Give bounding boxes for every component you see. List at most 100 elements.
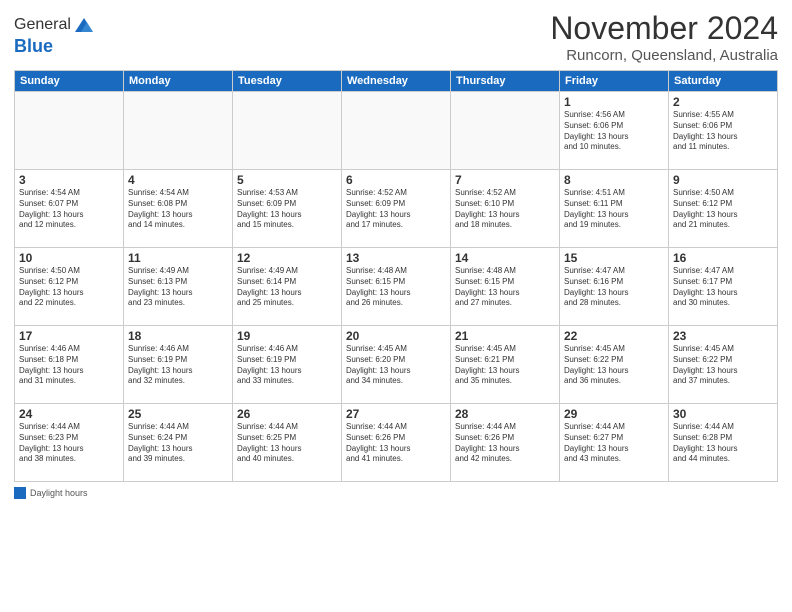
calendar-day: 21Sunrise: 4:45 AM Sunset: 6:21 PM Dayli… (451, 326, 560, 404)
day-number: 29 (564, 407, 664, 421)
calendar-day: 18Sunrise: 4:46 AM Sunset: 6:19 PM Dayli… (124, 326, 233, 404)
day-number: 3 (19, 173, 119, 187)
calendar-header-saturday: Saturday (669, 71, 778, 92)
day-info: Sunrise: 4:55 AM Sunset: 6:06 PM Dayligh… (673, 110, 773, 153)
legend-box (14, 487, 26, 499)
day-info: Sunrise: 4:50 AM Sunset: 6:12 PM Dayligh… (673, 188, 773, 231)
day-number: 19 (237, 329, 337, 343)
calendar-day: 11Sunrise: 4:49 AM Sunset: 6:13 PM Dayli… (124, 248, 233, 326)
day-number: 18 (128, 329, 228, 343)
day-number: 26 (237, 407, 337, 421)
day-number: 27 (346, 407, 446, 421)
calendar-day: 1Sunrise: 4:56 AM Sunset: 6:06 PM Daylig… (560, 92, 669, 170)
day-info: Sunrise: 4:56 AM Sunset: 6:06 PM Dayligh… (564, 110, 664, 153)
calendar-day: 23Sunrise: 4:45 AM Sunset: 6:22 PM Dayli… (669, 326, 778, 404)
calendar-day: 7Sunrise: 4:52 AM Sunset: 6:10 PM Daylig… (451, 170, 560, 248)
calendar-week-row: 17Sunrise: 4:46 AM Sunset: 6:18 PM Dayli… (15, 326, 778, 404)
calendar-day: 2Sunrise: 4:55 AM Sunset: 6:06 PM Daylig… (669, 92, 778, 170)
calendar-day (342, 92, 451, 170)
calendar-day: 29Sunrise: 4:44 AM Sunset: 6:27 PM Dayli… (560, 404, 669, 482)
day-number: 2 (673, 95, 773, 109)
calendar-day: 8Sunrise: 4:51 AM Sunset: 6:11 PM Daylig… (560, 170, 669, 248)
day-number: 10 (19, 251, 119, 265)
day-number: 4 (128, 173, 228, 187)
day-number: 11 (128, 251, 228, 265)
day-number: 6 (346, 173, 446, 187)
calendar-day: 9Sunrise: 4:50 AM Sunset: 6:12 PM Daylig… (669, 170, 778, 248)
day-info: Sunrise: 4:45 AM Sunset: 6:22 PM Dayligh… (564, 344, 664, 387)
day-number: 21 (455, 329, 555, 343)
logo-icon (73, 14, 95, 36)
day-number: 17 (19, 329, 119, 343)
day-info: Sunrise: 4:44 AM Sunset: 6:25 PM Dayligh… (237, 422, 337, 465)
day-info: Sunrise: 4:51 AM Sunset: 6:11 PM Dayligh… (564, 188, 664, 231)
day-info: Sunrise: 4:53 AM Sunset: 6:09 PM Dayligh… (237, 188, 337, 231)
calendar-day (15, 92, 124, 170)
day-number: 5 (237, 173, 337, 187)
day-number: 7 (455, 173, 555, 187)
month-title: November 2024 (550, 10, 778, 47)
day-number: 24 (19, 407, 119, 421)
day-info: Sunrise: 4:50 AM Sunset: 6:12 PM Dayligh… (19, 266, 119, 309)
day-info: Sunrise: 4:44 AM Sunset: 6:26 PM Dayligh… (346, 422, 446, 465)
day-info: Sunrise: 4:44 AM Sunset: 6:23 PM Dayligh… (19, 422, 119, 465)
day-info: Sunrise: 4:47 AM Sunset: 6:16 PM Dayligh… (564, 266, 664, 309)
day-info: Sunrise: 4:45 AM Sunset: 6:22 PM Dayligh… (673, 344, 773, 387)
day-info: Sunrise: 4:48 AM Sunset: 6:15 PM Dayligh… (346, 266, 446, 309)
day-number: 20 (346, 329, 446, 343)
logo-blue-text: Blue (14, 36, 53, 56)
calendar-week-row: 10Sunrise: 4:50 AM Sunset: 6:12 PM Dayli… (15, 248, 778, 326)
calendar-day: 30Sunrise: 4:44 AM Sunset: 6:28 PM Dayli… (669, 404, 778, 482)
calendar-day: 10Sunrise: 4:50 AM Sunset: 6:12 PM Dayli… (15, 248, 124, 326)
logo: General Blue (14, 14, 95, 57)
calendar-day: 6Sunrise: 4:52 AM Sunset: 6:09 PM Daylig… (342, 170, 451, 248)
day-number: 13 (346, 251, 446, 265)
calendar-day: 24Sunrise: 4:44 AM Sunset: 6:23 PM Dayli… (15, 404, 124, 482)
day-info: Sunrise: 4:52 AM Sunset: 6:09 PM Dayligh… (346, 188, 446, 231)
calendar-week-row: 3Sunrise: 4:54 AM Sunset: 6:07 PM Daylig… (15, 170, 778, 248)
calendar-header-thursday: Thursday (451, 71, 560, 92)
calendar-week-row: 24Sunrise: 4:44 AM Sunset: 6:23 PM Dayli… (15, 404, 778, 482)
day-number: 1 (564, 95, 664, 109)
calendar-day: 25Sunrise: 4:44 AM Sunset: 6:24 PM Dayli… (124, 404, 233, 482)
calendar-day: 14Sunrise: 4:48 AM Sunset: 6:15 PM Dayli… (451, 248, 560, 326)
header: General Blue November 2024 Runcorn, Quee… (14, 10, 778, 64)
calendar-week-row: 1Sunrise: 4:56 AM Sunset: 6:06 PM Daylig… (15, 92, 778, 170)
day-number: 22 (564, 329, 664, 343)
calendar-day: 4Sunrise: 4:54 AM Sunset: 6:08 PM Daylig… (124, 170, 233, 248)
day-info: Sunrise: 4:44 AM Sunset: 6:24 PM Dayligh… (128, 422, 228, 465)
calendar-day: 15Sunrise: 4:47 AM Sunset: 6:16 PM Dayli… (560, 248, 669, 326)
location: Runcorn, Queensland, Australia (550, 47, 778, 64)
calendar-day: 27Sunrise: 4:44 AM Sunset: 6:26 PM Dayli… (342, 404, 451, 482)
calendar-day: 16Sunrise: 4:47 AM Sunset: 6:17 PM Dayli… (669, 248, 778, 326)
page: General Blue November 2024 Runcorn, Quee… (0, 0, 792, 612)
calendar-table: SundayMondayTuesdayWednesdayThursdayFrid… (14, 70, 778, 482)
day-info: Sunrise: 4:45 AM Sunset: 6:21 PM Dayligh… (455, 344, 555, 387)
day-info: Sunrise: 4:54 AM Sunset: 6:07 PM Dayligh… (19, 188, 119, 231)
calendar-day: 22Sunrise: 4:45 AM Sunset: 6:22 PM Dayli… (560, 326, 669, 404)
legend-label: Daylight hours (30, 488, 88, 498)
calendar-day: 19Sunrise: 4:46 AM Sunset: 6:19 PM Dayli… (233, 326, 342, 404)
logo-general-text: General (14, 16, 71, 34)
day-number: 23 (673, 329, 773, 343)
day-number: 14 (455, 251, 555, 265)
day-info: Sunrise: 4:45 AM Sunset: 6:20 PM Dayligh… (346, 344, 446, 387)
calendar-day (233, 92, 342, 170)
calendar-day: 3Sunrise: 4:54 AM Sunset: 6:07 PM Daylig… (15, 170, 124, 248)
day-number: 15 (564, 251, 664, 265)
day-info: Sunrise: 4:54 AM Sunset: 6:08 PM Dayligh… (128, 188, 228, 231)
day-info: Sunrise: 4:46 AM Sunset: 6:18 PM Dayligh… (19, 344, 119, 387)
footer: Daylight hours (14, 487, 778, 499)
calendar-day: 5Sunrise: 4:53 AM Sunset: 6:09 PM Daylig… (233, 170, 342, 248)
calendar-day (124, 92, 233, 170)
day-info: Sunrise: 4:49 AM Sunset: 6:14 PM Dayligh… (237, 266, 337, 309)
day-number: 12 (237, 251, 337, 265)
day-number: 9 (673, 173, 773, 187)
calendar-day: 17Sunrise: 4:46 AM Sunset: 6:18 PM Dayli… (15, 326, 124, 404)
calendar-header-wednesday: Wednesday (342, 71, 451, 92)
day-info: Sunrise: 4:52 AM Sunset: 6:10 PM Dayligh… (455, 188, 555, 231)
day-number: 16 (673, 251, 773, 265)
day-info: Sunrise: 4:46 AM Sunset: 6:19 PM Dayligh… (128, 344, 228, 387)
calendar-day: 26Sunrise: 4:44 AM Sunset: 6:25 PM Dayli… (233, 404, 342, 482)
calendar-day: 28Sunrise: 4:44 AM Sunset: 6:26 PM Dayli… (451, 404, 560, 482)
